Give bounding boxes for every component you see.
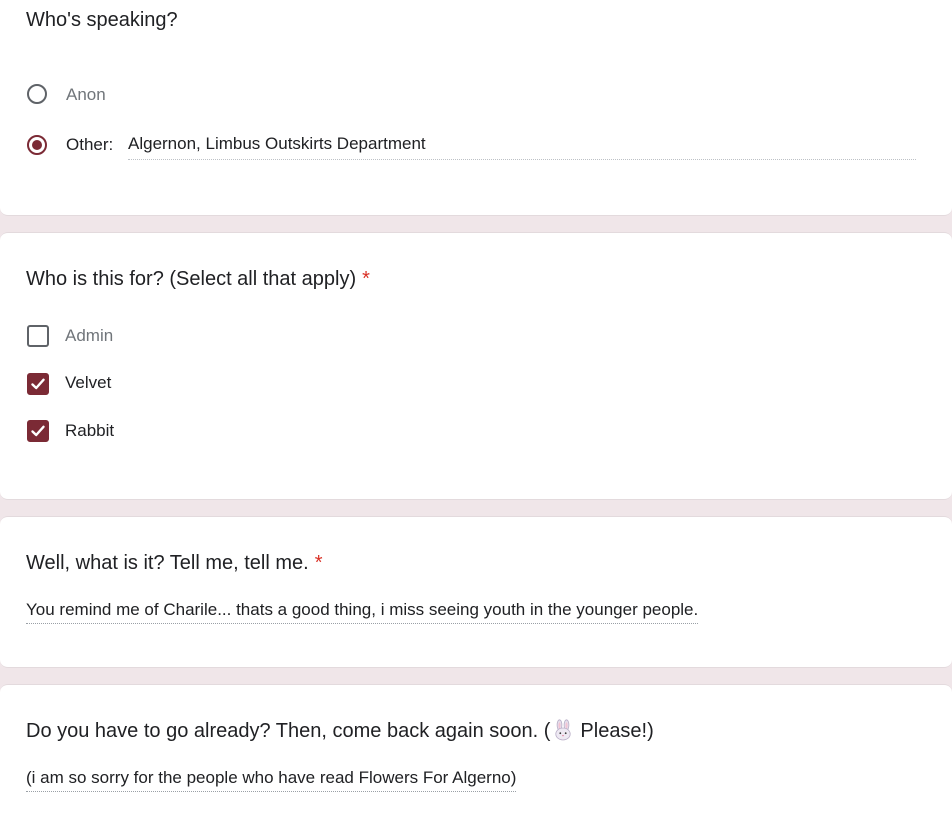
required-mark: * [362,268,370,290]
checkmark-icon [31,425,45,437]
radio-anon[interactable] [27,84,47,104]
checkbox-admin[interactable] [27,325,49,347]
radio-label-anon[interactable]: Anon [66,85,106,105]
question-title-text-start: Do you have to go already? Then, come ba… [26,720,551,742]
checkbox-rabbit[interactable] [27,420,49,442]
question-title: Well, what is it? Tell me, tell me. * [26,551,322,575]
question-card-recipients: Who is this for? (Select all that apply)… [0,232,952,500]
question-title-text: Who is this for? (Select all that apply) [26,268,357,290]
required-mark: * [314,552,323,574]
question-card-speaker: Who's speaking? Anon Other: Algernon, Li… [0,0,952,216]
other-text-input[interactable]: Algernon, Limbus Outskirts Department [128,133,916,160]
checkbox-label-velvet[interactable]: Velvet [65,373,111,393]
checkmark-icon [31,378,45,390]
rabbit-face-icon [555,719,572,741]
answer-text[interactable]: (i am so sorry for the people who have r… [26,767,517,792]
checkbox-label-admin[interactable]: Admin [65,326,113,346]
question-title-text: Well, what is it? Tell me, tell me. [26,552,309,574]
checkbox-velvet[interactable] [27,373,49,395]
question-title-text-end: Please!) [580,720,654,742]
question-card-message: Well, what is it? Tell me, tell me. * You… [0,516,952,668]
answer-text[interactable]: You remind me of Charile... thats a good… [26,599,699,624]
radio-other[interactable] [27,135,47,155]
question-title: Do you have to go already? Then, come ba… [26,719,654,743]
question-title: Who's speaking? [26,9,178,31]
question-card-farewell: Do you have to go already? Then, come ba… [0,684,952,834]
question-title: Who is this for? (Select all that apply)… [26,267,370,291]
radio-label-other[interactable]: Other: [66,135,113,155]
checkbox-label-rabbit[interactable]: Rabbit [65,421,114,441]
